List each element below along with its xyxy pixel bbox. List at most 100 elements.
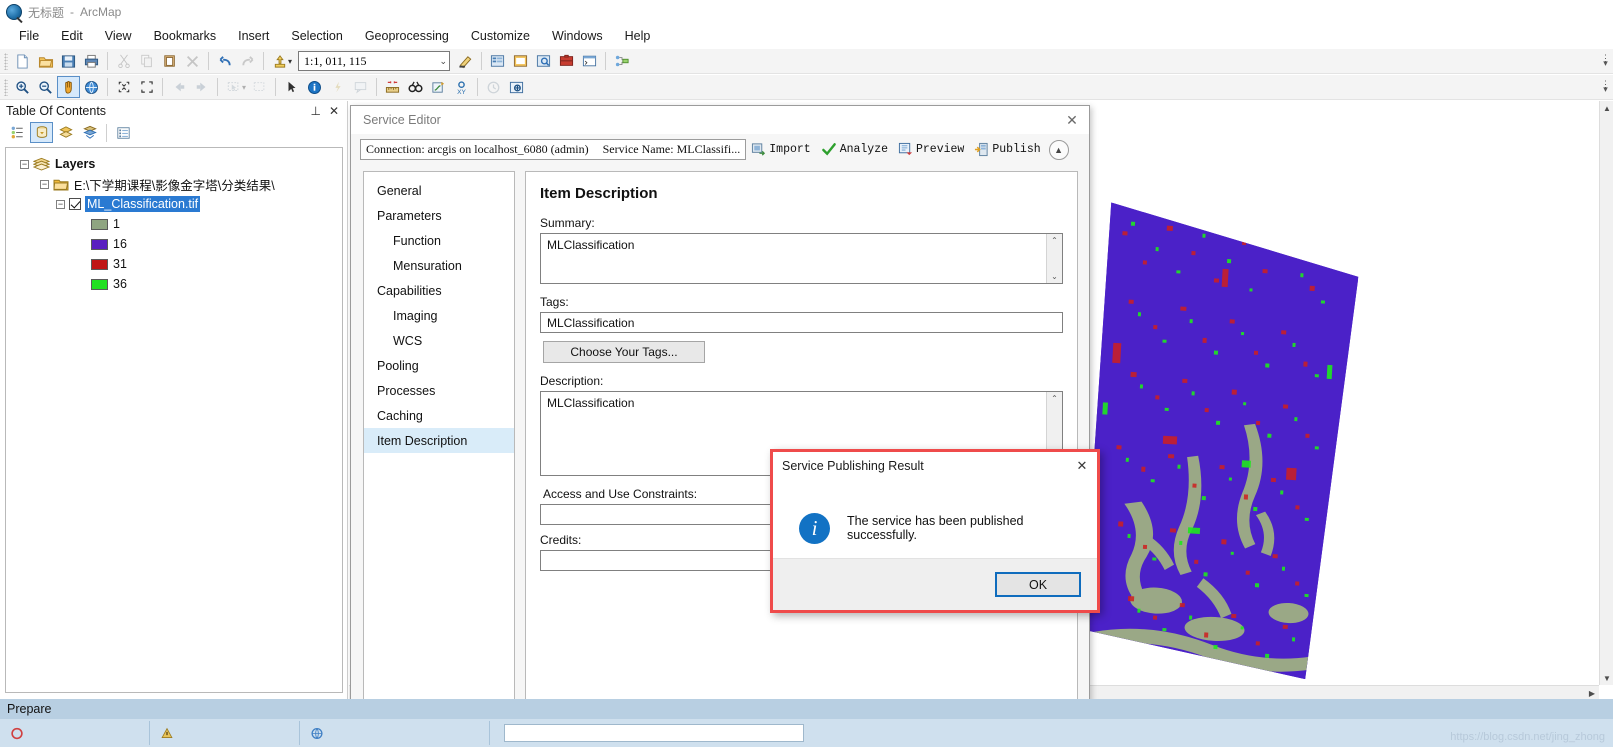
nav-item-pooling[interactable]: Pooling [364, 353, 514, 378]
cut-icon[interactable] [112, 50, 135, 72]
back-extent-icon[interactable] [167, 76, 190, 98]
menu-file[interactable]: File [8, 26, 50, 46]
go-to-xy-icon[interactable]: XY [450, 76, 473, 98]
menu-windows[interactable]: Windows [541, 26, 614, 46]
delete-icon[interactable] [181, 50, 204, 72]
time-slider-icon[interactable] [482, 76, 505, 98]
add-data-icon[interactable] [268, 50, 291, 72]
print-icon[interactable] [80, 50, 103, 72]
full-extent-icon[interactable] [80, 76, 103, 98]
analyze-button[interactable]: Analyze [816, 140, 893, 159]
choose-your-tags-button[interactable]: Choose Your Tags... [543, 341, 705, 363]
tools-toolbar-grip[interactable] [4, 78, 8, 96]
select-elements-icon[interactable] [280, 76, 303, 98]
find-route-icon[interactable] [427, 76, 450, 98]
nav-item-mensuration[interactable]: Mensuration [364, 253, 514, 278]
modelbuilder-icon[interactable] [610, 50, 633, 72]
toolbar-overflow-icon[interactable]: ⋮ ▾ [1601, 54, 1610, 68]
scroll-right-icon[interactable]: ▶ [1585, 686, 1599, 699]
layer-visibility-checkbox[interactable] [69, 198, 81, 210]
expander-icon[interactable]: − [40, 179, 49, 189]
menu-help[interactable]: Help [614, 26, 662, 46]
redo-icon[interactable] [236, 50, 259, 72]
open-folder-icon[interactable] [34, 50, 57, 72]
menu-view[interactable]: View [94, 26, 143, 46]
import-button[interactable]: Import [746, 140, 815, 159]
nav-item-processes[interactable]: Processes [364, 378, 514, 403]
summary-textarea[interactable]: MLClassification ⌃ ⌄ [540, 233, 1063, 284]
toolbar-grip[interactable] [4, 52, 8, 70]
options-icon[interactable] [112, 122, 135, 143]
expander-icon[interactable]: − [56, 199, 65, 209]
summary-scrollbar[interactable]: ⌃ ⌄ [1046, 234, 1062, 283]
nav-item-caching[interactable]: Caching [364, 403, 514, 428]
tree-node-layers[interactable]: − Layers [12, 154, 342, 174]
preview-button[interactable]: Preview [893, 140, 969, 159]
fixed-zoom-out-icon[interactable] [135, 76, 158, 98]
list-by-source-icon[interactable] [30, 122, 53, 143]
table-of-contents-icon[interactable] [486, 50, 509, 72]
chevron-up-icon[interactable]: ⌃ [1051, 236, 1058, 245]
scroll-up-icon[interactable]: ▲ [1600, 101, 1613, 115]
map-vertical-scrollbar[interactable]: ▲ ▼ [1599, 101, 1613, 685]
measure-icon[interactable] [381, 76, 404, 98]
zoom-in-icon[interactable] [11, 76, 34, 98]
toc-layer-tree[interactable]: − Layers − E:\下学期课程\影像金字塔\分类结果\ − ML_Cla… [5, 147, 343, 693]
hyperlink-icon[interactable] [326, 76, 349, 98]
identify-icon[interactable] [303, 76, 326, 98]
list-by-drawing-order-icon[interactable] [6, 122, 29, 143]
forward-extent-icon[interactable] [190, 76, 213, 98]
tree-node-folder[interactable]: − E:\下学期课程\影像金字塔\分类结果\ [12, 174, 342, 194]
nav-item-imaging[interactable]: Imaging [364, 303, 514, 328]
nav-item-capabilities[interactable]: Capabilities [364, 278, 514, 303]
nav-item-parameters[interactable]: Parameters [364, 203, 514, 228]
paste-icon[interactable] [158, 50, 181, 72]
clear-selection-icon[interactable] [248, 76, 271, 98]
nav-item-general[interactable]: General [364, 178, 514, 203]
search-window-icon[interactable] [532, 50, 555, 72]
pin-icon[interactable]: ⊥ [306, 104, 324, 118]
menu-bookmarks[interactable]: Bookmarks [143, 26, 228, 46]
tools-toolbar-overflow-icon[interactable]: ⋮ ▾ [1601, 80, 1610, 94]
chevron-down-icon[interactable]: ⌄ [439, 56, 447, 67]
chevron-up-icon[interactable]: ⌃ [1051, 394, 1058, 403]
zoom-out-icon[interactable] [34, 76, 57, 98]
new-document-icon[interactable] [11, 50, 34, 72]
bottom-coordinate-input[interactable] [504, 724, 804, 742]
bottom-cell-3[interactable] [300, 721, 490, 745]
nav-item-wcs[interactable]: WCS [364, 328, 514, 353]
ok-button[interactable]: OK [995, 572, 1081, 597]
chevron-down-icon[interactable]: ⌄ [1051, 272, 1058, 281]
tags-input[interactable]: MLClassification [540, 312, 1063, 333]
menu-selection[interactable]: Selection [280, 26, 353, 46]
save-icon[interactable] [57, 50, 80, 72]
html-popup-icon[interactable] [349, 76, 372, 98]
fixed-zoom-in-icon[interactable] [112, 76, 135, 98]
catalog-window-icon[interactable] [509, 50, 532, 72]
tree-label-layer[interactable]: ML_Classification.tif [85, 196, 201, 212]
close-icon[interactable]: ✕ [1069, 455, 1095, 477]
menu-customize[interactable]: Customize [460, 26, 541, 46]
tree-node-layer[interactable]: − ML_Classification.tif [12, 194, 342, 214]
expander-icon[interactable]: − [20, 159, 29, 169]
scroll-down-icon[interactable]: ▼ [1600, 671, 1613, 685]
editor-toolbar-icon[interactable] [454, 50, 477, 72]
find-icon[interactable] [404, 76, 427, 98]
list-by-visibility-icon[interactable] [54, 122, 77, 143]
menu-insert[interactable]: Insert [227, 26, 280, 46]
publish-button[interactable]: Publish [969, 140, 1045, 159]
list-by-selection-icon[interactable] [78, 122, 101, 143]
nav-item-function[interactable]: Function [364, 228, 514, 253]
close-icon[interactable]: ✕ [1059, 109, 1085, 131]
arctoolbox-icon[interactable] [555, 50, 578, 72]
map-scale-combo[interactable]: 1:1, 011, 115 ⌄ [298, 51, 451, 71]
menu-geoprocessing[interactable]: Geoprocessing [354, 26, 460, 46]
menu-edit[interactable]: Edit [50, 26, 94, 46]
service-editor-nav-list[interactable]: General Parameters Function Mensuration … [363, 171, 515, 704]
nav-item-item-description[interactable]: Item Description [364, 428, 514, 453]
bottom-cell-1[interactable] [0, 721, 150, 745]
python-window-icon[interactable] [578, 50, 601, 72]
chevron-up-icon[interactable]: ▲ [1048, 139, 1069, 160]
bottom-cell-2[interactable] [150, 721, 300, 745]
close-icon[interactable]: ✕ [325, 104, 343, 118]
